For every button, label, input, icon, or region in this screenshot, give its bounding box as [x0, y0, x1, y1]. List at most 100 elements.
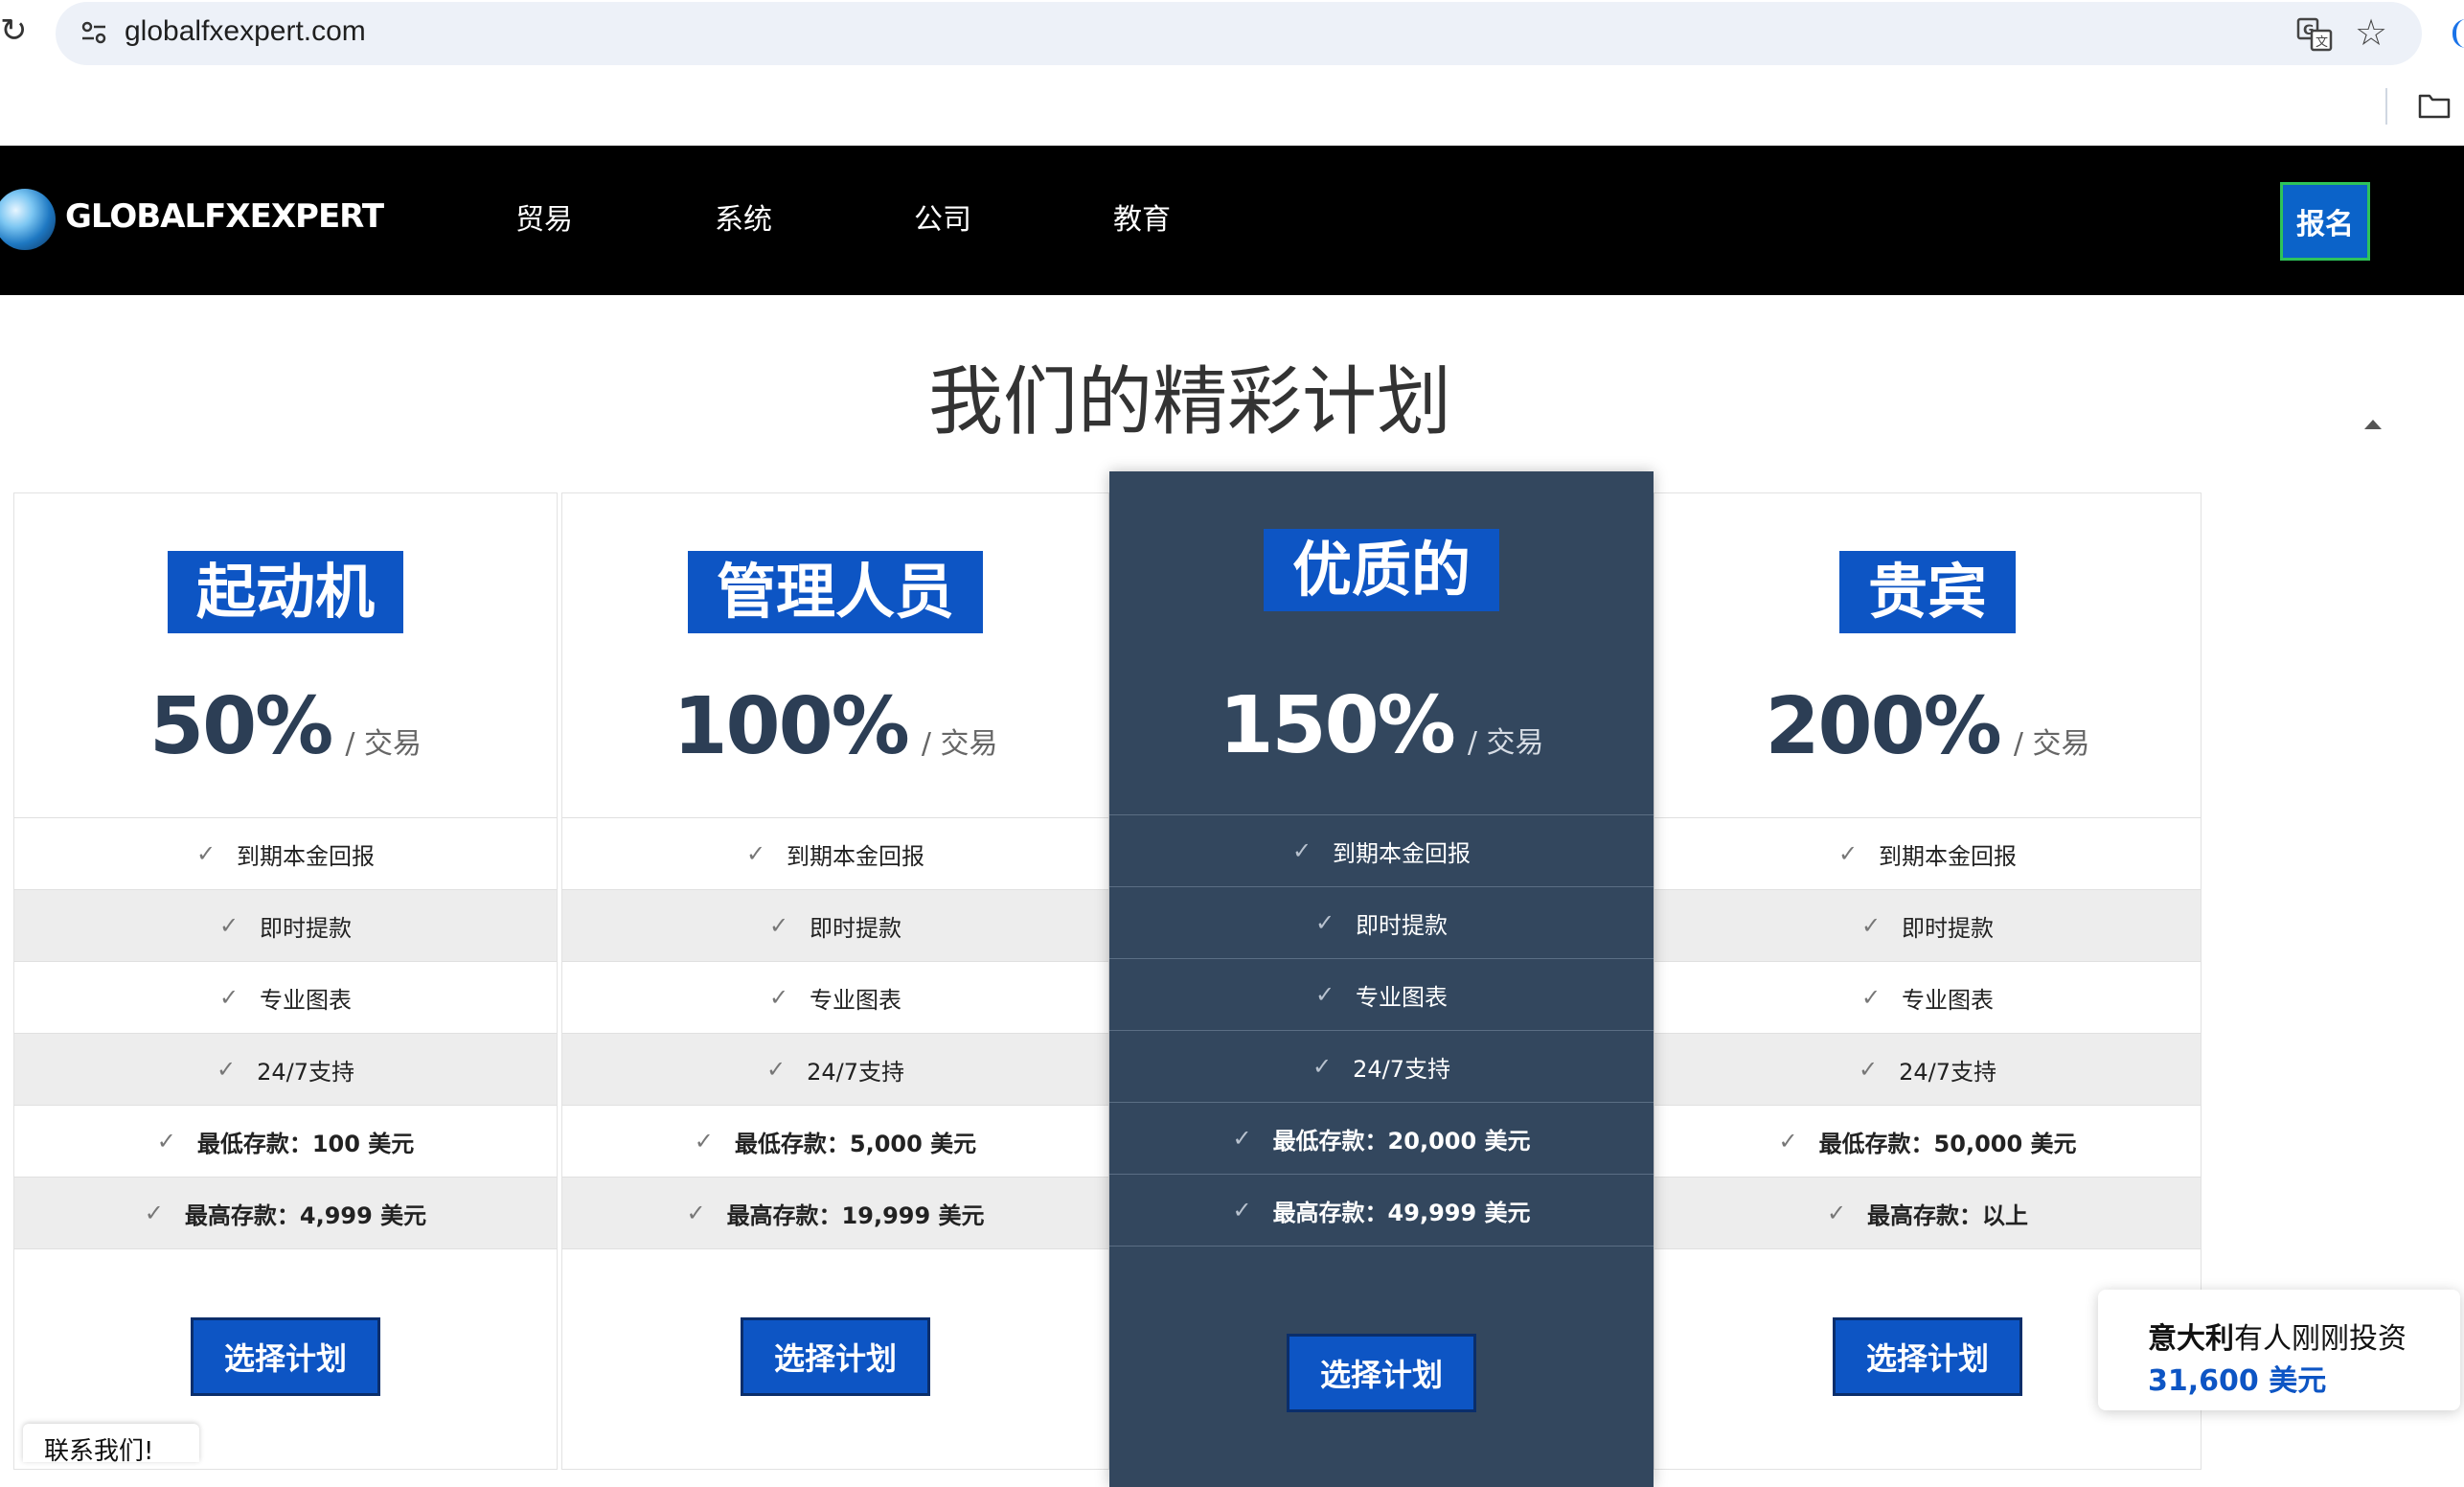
check-icon: ✓	[1232, 1197, 1252, 1224]
check-icon: ✓	[1826, 1200, 1847, 1226]
feature-list: ✓ 到期本金回报 ✓ 即时提款 ✓ 专业图表 ✓ 24/7支持 ✓ 最低存款：5,000 …	[562, 817, 1108, 1249]
feature-item: ✓ 24/7支持	[1654, 1034, 2201, 1106]
choose-plan-button[interactable]: 选择计划	[1833, 1317, 2022, 1396]
notification-country: 意大利	[2148, 1322, 2234, 1356]
price-unit: / 交易	[345, 727, 422, 761]
plan-name: 起动机	[167, 551, 404, 633]
check-icon: ✓	[694, 1128, 714, 1155]
feature-item: ✓ 最高存款：19,999 美元	[562, 1178, 1108, 1249]
translate-icon[interactable]: G 文	[2295, 15, 2334, 54]
address-bar[interactable]: globalfxexpert.com G 文 ☆	[56, 2, 2422, 65]
site-header: GLOBALFXEXPERT 贸易 系统 公司 教育 报名	[0, 146, 2464, 295]
check-icon: ✓	[1860, 912, 1882, 939]
feature-item: ✓ 24/7支持	[562, 1034, 1108, 1106]
check-icon: ✓	[1232, 1125, 1252, 1152]
check-icon: ✓	[686, 1200, 706, 1226]
check-icon: ✓	[218, 984, 240, 1011]
contact-us-label: 联系我们!	[44, 1437, 154, 1466]
feature-item: ✓ 最低存款：5,000 美元	[562, 1106, 1108, 1178]
feature-item: ✓ 到期本金回报	[1654, 818, 2201, 890]
price-row: 50% / 交易	[14, 681, 557, 772]
feature-item: ✓ 专业图表	[14, 962, 557, 1034]
profile-edge-icon[interactable]	[2453, 19, 2464, 48]
check-icon: ✓	[156, 1128, 176, 1155]
svg-text:文: 文	[2316, 35, 2328, 50]
feature-item: ✓ 即时提款	[1654, 890, 2201, 962]
investment-notification[interactable]: 意大利有人刚刚投资 31,600 美元	[2098, 1290, 2460, 1410]
plan-price: 100%	[673, 681, 910, 772]
feature-item: ✓ 专业图表	[562, 962, 1108, 1034]
feature-item: ✓ 24/7支持	[1109, 1031, 1654, 1103]
check-icon: ✓	[768, 984, 789, 1011]
logo-text[interactable]: GLOBALFXEXPERT	[65, 197, 384, 236]
plan-name: 管理人员	[687, 551, 984, 633]
check-icon: ✓	[195, 840, 217, 867]
check-icon: ✓	[218, 912, 240, 939]
feature-item: ✓ 最高存款：49,999 美元	[1109, 1175, 1654, 1247]
check-icon: ✓	[1312, 1053, 1333, 1080]
feature-item: ✓ 即时提款	[1109, 887, 1654, 959]
bookmarks-divider	[2385, 88, 2387, 125]
plan-price: 200%	[1765, 681, 2002, 772]
feature-item: ✓ 到期本金回报	[14, 818, 557, 890]
plan-price: 150%	[1219, 680, 1456, 771]
contact-us-tab[interactable]: 联系我们!	[23, 1424, 199, 1466]
choose-plan-button[interactable]: 选择计划	[1287, 1334, 1476, 1412]
folder-icon[interactable]	[2418, 92, 2451, 119]
check-icon: ✓	[1291, 837, 1312, 864]
price-unit: / 交易	[921, 727, 998, 761]
feature-item: ✓ 最低存款：50,000 美元	[1654, 1106, 2201, 1178]
feature-item: ✓ 即时提款	[562, 890, 1108, 962]
plan-name: 贵宾	[1838, 551, 2017, 633]
plan-card-premium: 优质的 150% / 交易 ✓ 到期本金回报 ✓ 即时提款 ✓ 专业图表 ✓ 24/7支持…	[1109, 471, 1654, 1487]
nav-item-system[interactable]: 系统	[715, 195, 772, 238]
signup-button[interactable]: 报名	[2280, 182, 2370, 261]
plan-card-manager: 管理人员 100% / 交易 ✓ 到期本金回报 ✓ 即时提款 ✓ 专业图表 ✓ 24/7支…	[561, 492, 1109, 1470]
feature-item: ✓ 最高存款：4,999 美元	[14, 1178, 557, 1249]
choose-plan-button[interactable]: 选择计划	[741, 1317, 930, 1396]
check-icon: ✓	[1314, 909, 1335, 936]
page-title: 我们的精彩计划	[927, 359, 1451, 446]
feature-item: ✓ 最低存款：100 美元	[14, 1106, 557, 1178]
scroll-up-caret-icon[interactable]	[2364, 420, 2382, 429]
feature-list: ✓ 到期本金回报 ✓ 即时提款 ✓ 专业图表 ✓ 24/7支持 ✓ 最低存款：100 美元…	[14, 817, 557, 1249]
feature-item: ✓ 即时提款	[14, 890, 557, 962]
bookmark-star-icon[interactable]: ☆	[2355, 13, 2387, 52]
price-row: 200% / 交易	[1654, 681, 2201, 772]
nav-item-trade[interactable]: 贸易	[515, 195, 573, 238]
notification-amount: 31,600 美元	[2148, 1364, 2327, 1398]
nav-item-company[interactable]: 公司	[914, 195, 971, 238]
check-icon: ✓	[216, 1056, 237, 1083]
check-icon: ✓	[1860, 984, 1882, 1011]
check-icon: ✓	[144, 1200, 164, 1226]
feature-list: ✓ 到期本金回报 ✓ 即时提款 ✓ 专业图表 ✓ 24/7支持 ✓ 最低存款：20,000…	[1109, 814, 1654, 1247]
nav-item-education[interactable]: 教育	[1113, 195, 1171, 238]
feature-item: ✓ 专业图表	[1109, 959, 1654, 1031]
feature-item: ✓ 24/7支持	[14, 1034, 557, 1106]
feature-item: ✓ 专业图表	[1654, 962, 2201, 1034]
reload-icon[interactable]: ↻	[0, 11, 28, 50]
plan-name: 优质的	[1263, 529, 1500, 611]
check-icon: ✓	[1858, 1056, 1879, 1083]
globe-logo-icon[interactable]	[0, 189, 56, 250]
choose-plan-button[interactable]: 选择计划	[191, 1317, 380, 1396]
feature-list: ✓ 到期本金回报 ✓ 即时提款 ✓ 专业图表 ✓ 24/7支持 ✓ 最低存款：50,000…	[1654, 817, 2201, 1249]
check-icon: ✓	[765, 1056, 787, 1083]
price-unit: / 交易	[1467, 726, 1544, 760]
feature-item: ✓ 最高存款：以上	[1654, 1178, 2201, 1249]
check-icon: ✓	[1778, 1128, 1798, 1155]
browser-chrome: ↻ globalfxexpert.com G 文 ☆	[0, 0, 2464, 146]
price-row: 150% / 交易	[1109, 680, 1654, 771]
check-icon: ✓	[768, 912, 789, 939]
check-icon: ✓	[1837, 840, 1859, 867]
price-unit: / 交易	[2013, 727, 2090, 761]
feature-item: ✓ 到期本金回报	[1109, 815, 1654, 887]
plan-card-starter: 起动机 50% / 交易 ✓ 到期本金回报 ✓ 即时提款 ✓ 专业图表 ✓ 24/7支持 …	[13, 492, 558, 1470]
site-settings-icon[interactable]	[77, 15, 111, 50]
url-text[interactable]: globalfxexpert.com	[125, 15, 366, 48]
feature-item: ✓ 最低存款：20,000 美元	[1109, 1103, 1654, 1175]
check-icon: ✓	[1314, 981, 1335, 1008]
plan-price: 50%	[149, 681, 333, 772]
notification-text: 有人刚刚投资	[2234, 1322, 2407, 1356]
check-icon: ✓	[745, 840, 766, 867]
